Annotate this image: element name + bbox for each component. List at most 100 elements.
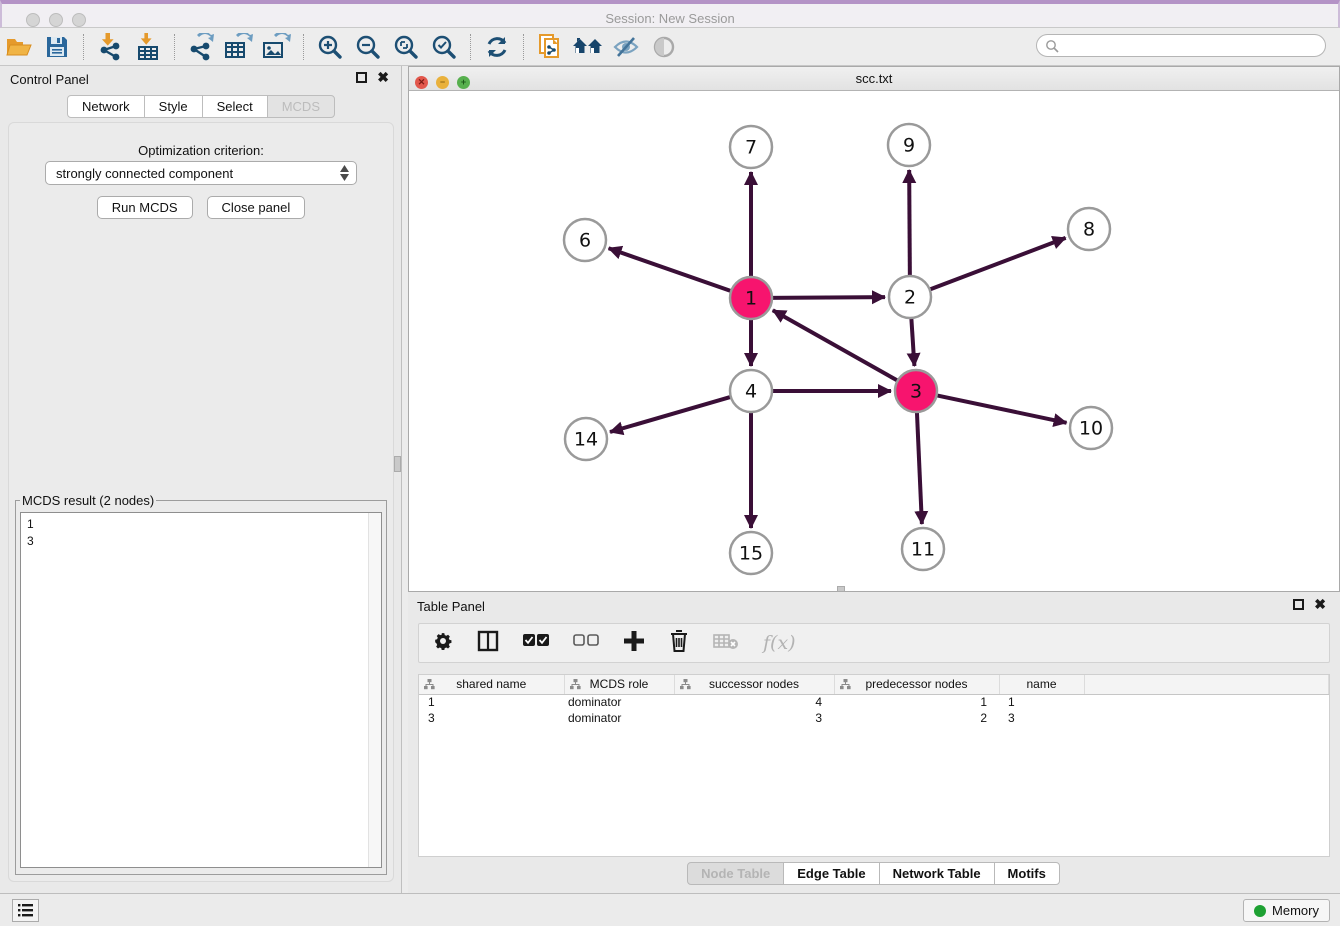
mcds-result-textarea[interactable]: 13 [20, 512, 382, 868]
settings-gear-icon[interactable] [433, 631, 453, 656]
column-header-successor-nodes[interactable]: successor nodes [674, 675, 834, 694]
node-14[interactable]: 14 [565, 418, 607, 460]
svg-text:15: 15 [739, 543, 763, 565]
network-canvas[interactable]: 7 9 6 8 1 2 4 3 14 10 15 11 [409, 91, 1339, 591]
toolbar-separator [523, 34, 524, 60]
network-window-titlebar[interactable]: ✕−+ scc.txt [409, 67, 1339, 91]
node-15[interactable]: 15 [730, 532, 772, 574]
tab-edge-table[interactable]: Edge Table [783, 862, 879, 885]
task-history-button[interactable] [12, 899, 39, 922]
node-3[interactable]: 3 [895, 370, 937, 412]
node-6[interactable]: 6 [564, 219, 606, 261]
table-header-row: shared name MCDS role successor nodes pr… [419, 675, 1329, 694]
edge-3-10[interactable] [935, 395, 1067, 423]
splitter-grip[interactable] [394, 456, 401, 472]
hierarchy-icon [570, 679, 581, 693]
node-1[interactable]: 1 [730, 277, 772, 319]
node-table[interactable]: shared name MCDS role successor nodes pr… [418, 674, 1330, 857]
optimization-criterion-dropdown[interactable]: strongly connected component [45, 161, 357, 185]
save-session-icon[interactable] [40, 32, 74, 62]
edge-2-3[interactable] [911, 316, 914, 366]
hierarchy-icon [424, 679, 435, 693]
svg-text:10: 10 [1079, 418, 1103, 440]
edge-1-2[interactable] [770, 297, 885, 298]
control-panel-title: Control Panel [10, 72, 89, 87]
clone-network-icon[interactable] [533, 32, 567, 62]
toggle-visibility-eye-icon[interactable] [647, 32, 681, 62]
search-input[interactable] [1059, 37, 1325, 55]
tab-network-table[interactable]: Network Table [879, 862, 995, 885]
open-session-icon[interactable] [2, 32, 36, 62]
hierarchy-icon [840, 679, 851, 693]
table-row[interactable]: 1dominator411 [419, 694, 1329, 710]
zoom-in-icon[interactable] [313, 32, 347, 62]
list-icon [18, 904, 33, 917]
run-mcds-button[interactable]: Run MCDS [97, 196, 193, 219]
fit-content-icon[interactable] [389, 32, 423, 62]
hide-selected-eye-icon[interactable] [609, 32, 643, 62]
edge-2-9[interactable] [909, 170, 910, 278]
close-panel-icon[interactable]: ✖ [377, 72, 389, 83]
float-table-panel-icon[interactable] [1293, 599, 1304, 610]
result-scrollbar[interactable] [368, 513, 381, 867]
tab-style[interactable]: Style [144, 95, 203, 118]
deselect-all-icon[interactable] [573, 634, 599, 652]
export-network-icon[interactable] [184, 32, 218, 62]
node-9[interactable]: 9 [888, 124, 930, 166]
node-7[interactable]: 7 [730, 126, 772, 168]
show-all-networks-icon[interactable] [571, 32, 605, 62]
delete-table-icon[interactable] [713, 632, 739, 655]
hierarchy-icon [680, 679, 691, 693]
import-table-icon[interactable] [131, 32, 165, 62]
svg-text:1: 1 [745, 288, 757, 310]
node-8[interactable]: 8 [1068, 208, 1110, 250]
tab-mcds[interactable]: MCDS [267, 95, 335, 118]
control-panel: Control Panel ✖ Network Style Select MCD… [0, 66, 402, 893]
table-toolbar: f(x) [418, 623, 1330, 663]
close-panel-button[interactable]: Close panel [207, 196, 306, 219]
edge-3-11[interactable] [917, 410, 922, 524]
memory-button[interactable]: Memory [1243, 899, 1330, 922]
column-header-shared-name[interactable]: shared name [419, 675, 564, 694]
search-field[interactable] [1036, 34, 1326, 57]
close-table-panel-icon[interactable]: ✖ [1314, 599, 1326, 610]
edge-4-14[interactable] [610, 396, 733, 432]
edge-3-1[interactable] [773, 310, 900, 381]
tab-motifs[interactable]: Motifs [994, 862, 1060, 885]
table-panel-window-buttons: ✖ [1293, 599, 1326, 610]
dropdown-value: strongly connected component [56, 166, 233, 181]
tab-network[interactable]: Network [67, 95, 145, 118]
refresh-layout-icon[interactable] [480, 32, 514, 62]
mcds-panel: Optimization criterion: strongly connect… [8, 122, 394, 882]
export-table-icon[interactable] [222, 32, 256, 62]
column-header-name[interactable]: name [999, 675, 1084, 694]
zoom-selected-icon[interactable] [427, 32, 461, 62]
mcds-result-title: MCDS result (2 nodes) [20, 493, 156, 508]
window-title: Session: New Session [2, 11, 1338, 26]
mcds-result-fieldset: MCDS result (2 nodes) 13 [15, 493, 387, 875]
export-image-icon[interactable] [260, 32, 294, 62]
edge-1-6[interactable] [609, 248, 733, 291]
svg-text:8: 8 [1083, 219, 1095, 241]
column-header-predecessor-nodes[interactable]: predecessor nodes [834, 675, 999, 694]
node-2[interactable]: 2 [889, 276, 931, 318]
node-10[interactable]: 10 [1070, 407, 1112, 449]
import-network-icon[interactable] [93, 32, 127, 62]
memory-status-dot-icon [1254, 905, 1266, 917]
tab-select[interactable]: Select [202, 95, 268, 118]
edge-2-8[interactable] [928, 238, 1066, 290]
show-column-icon[interactable] [477, 630, 499, 657]
select-all-icon[interactable] [523, 634, 549, 652]
node-11[interactable]: 11 [902, 528, 944, 570]
float-panel-icon[interactable] [356, 72, 367, 83]
node-4[interactable]: 4 [730, 370, 772, 412]
function-builder-icon[interactable]: f(x) [763, 632, 796, 654]
tab-node-table[interactable]: Node Table [687, 862, 784, 885]
delete-row-trash-icon[interactable] [669, 630, 689, 657]
column-header-mcds-role[interactable]: MCDS role [564, 675, 674, 694]
add-row-plus-icon[interactable] [623, 630, 645, 657]
zoom-out-icon[interactable] [351, 32, 385, 62]
toolbar-separator [470, 34, 471, 60]
table-row[interactable]: 3dominator323 [419, 710, 1329, 726]
toolbar-separator [83, 34, 84, 60]
